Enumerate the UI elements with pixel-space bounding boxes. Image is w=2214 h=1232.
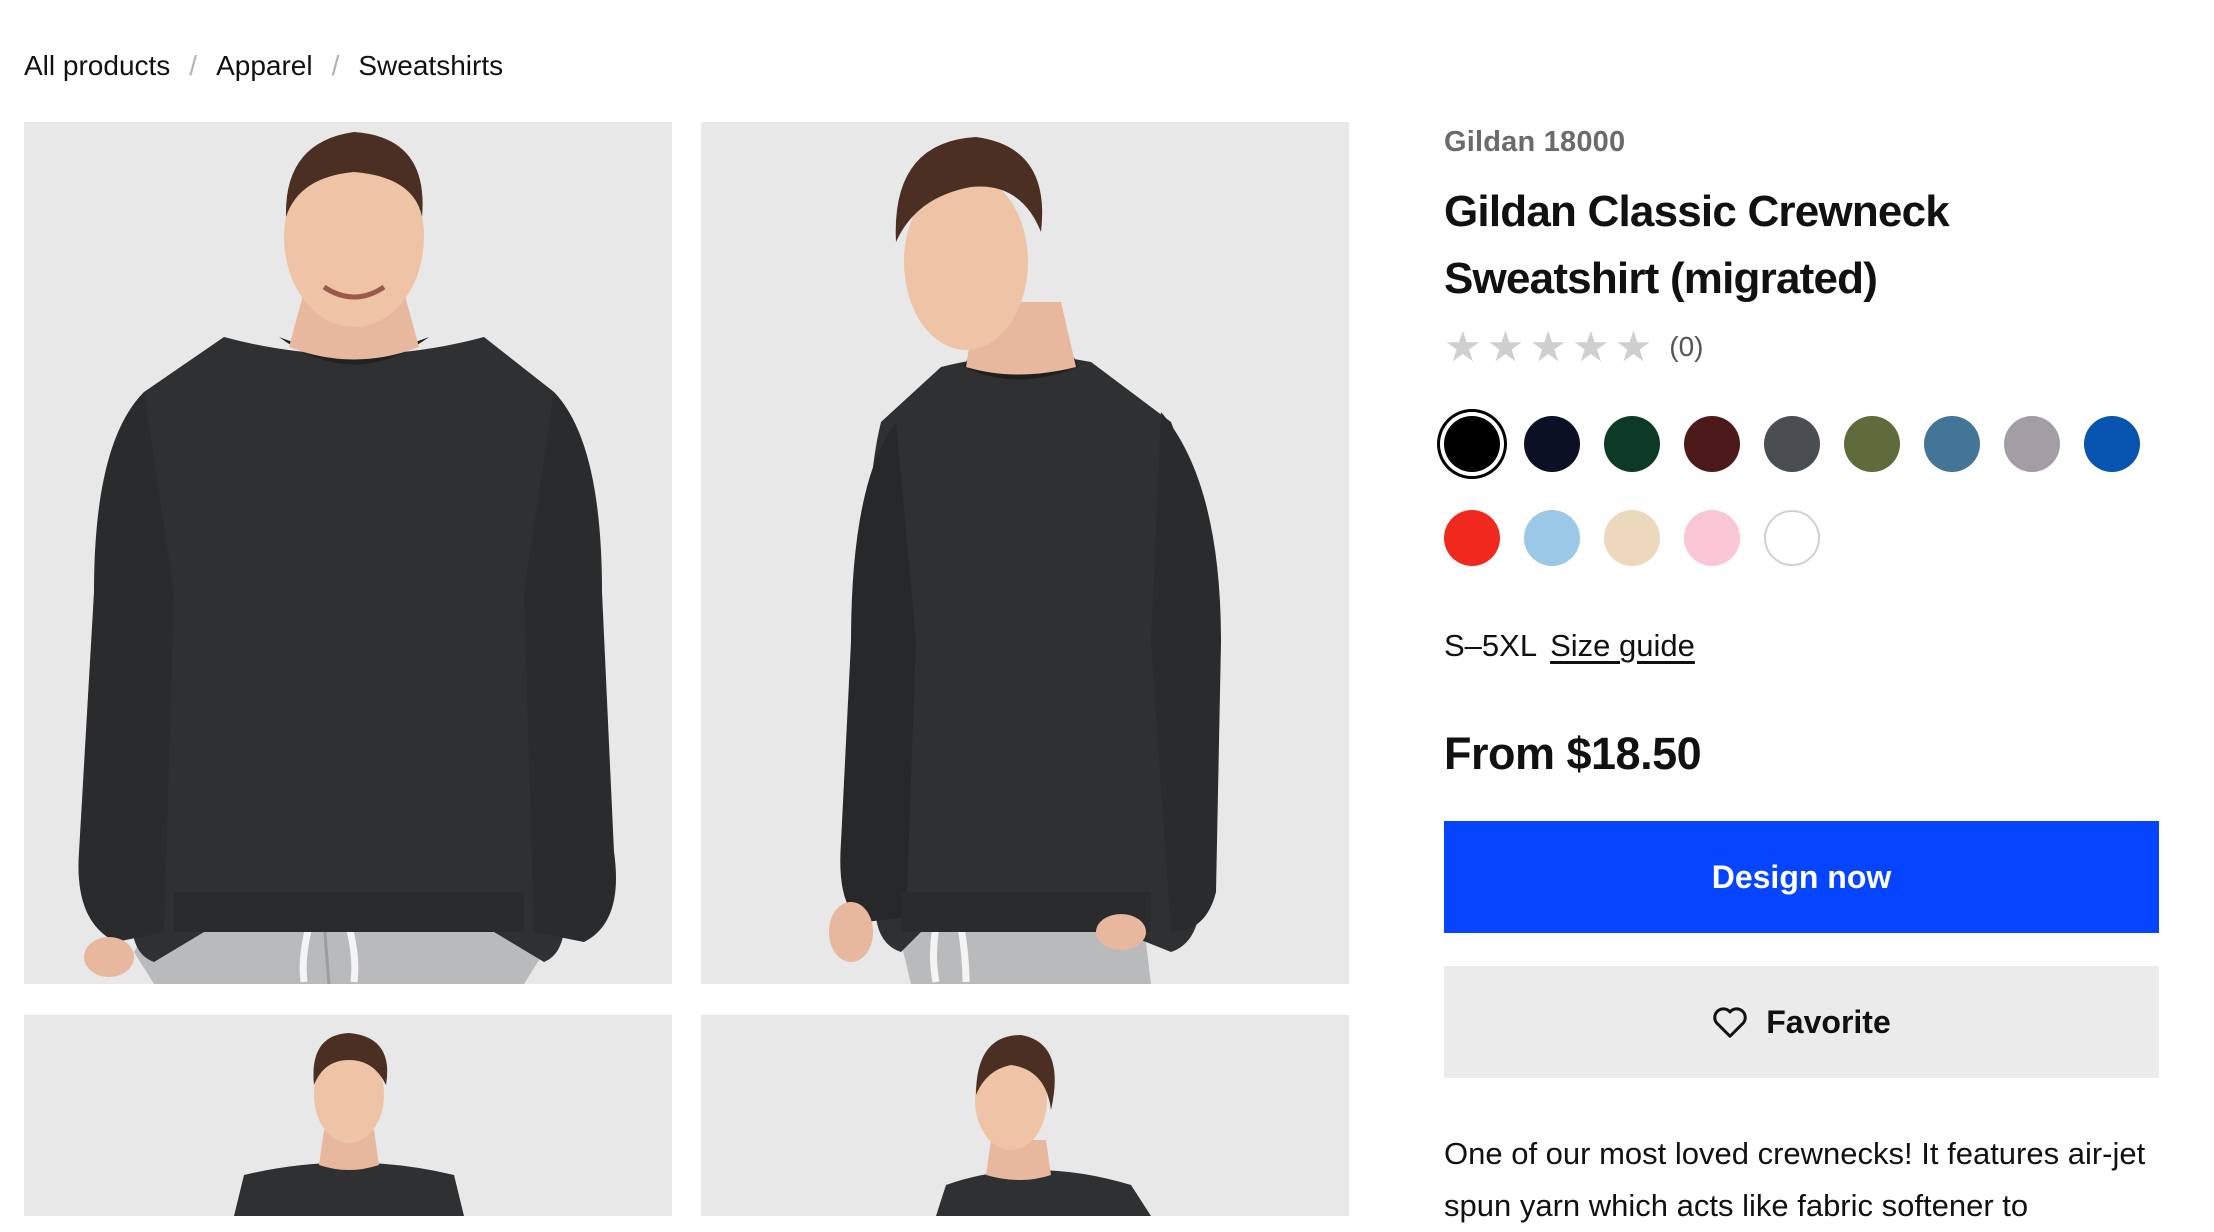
product-image-side[interactable]	[701, 122, 1349, 984]
color-swatch-item	[1844, 416, 1900, 472]
model-back-illustration	[701, 1015, 1349, 1216]
color-swatch-item	[2004, 416, 2060, 472]
size-guide-link[interactable]: Size guide	[1550, 628, 1695, 664]
model-front-small-illustration	[24, 1015, 672, 1216]
color-swatch-item	[1604, 416, 1660, 472]
color-swatch[interactable]	[1604, 416, 1660, 472]
color-swatch[interactable]	[1604, 510, 1660, 566]
favorite-button[interactable]: Favorite	[1444, 966, 2159, 1078]
breadcrumb-all-products[interactable]: All products	[24, 50, 170, 82]
star-empty-icon: ★	[1444, 322, 1482, 371]
star-empty-icon: ★	[1614, 322, 1653, 371]
product-sku: Gildan 18000	[1444, 126, 1626, 158]
size-range-row: S–5XL Size guide	[1444, 628, 1695, 664]
breadcrumb-separator: /	[189, 50, 198, 81]
color-swatch[interactable]	[1764, 416, 1820, 472]
color-swatch[interactable]	[1684, 416, 1740, 472]
star-empty-icon: ★	[1529, 322, 1567, 371]
color-swatch-item	[1684, 416, 1740, 472]
color-swatch[interactable]	[1444, 510, 1500, 566]
color-swatch-item	[1684, 510, 1740, 566]
color-swatch-item	[1444, 510, 1500, 566]
color-swatch-item	[1924, 416, 1980, 472]
product-price: From $18.50	[1444, 728, 1702, 779]
color-swatch-item	[2084, 416, 2140, 472]
breadcrumb-sweatshirts[interactable]: Sweatshirts	[358, 50, 503, 82]
star-empty-icon: ★	[1571, 322, 1610, 371]
color-swatch-item	[1444, 416, 1500, 472]
product-image-back[interactable]	[701, 1015, 1349, 1216]
color-swatch[interactable]	[1844, 416, 1900, 472]
model-front-illustration	[24, 122, 672, 984]
product-image-front[interactable]	[24, 122, 672, 984]
color-swatch[interactable]	[1524, 510, 1580, 566]
color-swatch-selected[interactable]	[1444, 416, 1500, 472]
color-swatch[interactable]	[1764, 510, 1820, 566]
product-rating[interactable]: ★ ★ ★ ★ ★ (0)	[1444, 322, 1704, 372]
color-swatch-item	[1764, 416, 1820, 472]
color-swatch[interactable]	[2084, 416, 2140, 472]
star-empty-icon: ★	[1486, 322, 1525, 371]
heart-icon	[1713, 1007, 1747, 1038]
design-now-button[interactable]: Design now	[1444, 821, 2159, 933]
model-side-illustration	[701, 122, 1349, 984]
product-image-front-full[interactable]	[24, 1015, 672, 1216]
color-swatch[interactable]	[2004, 416, 2060, 472]
color-swatch[interactable]	[1924, 416, 1980, 472]
breadcrumb-apparel[interactable]: Apparel	[216, 50, 313, 82]
color-swatch-item	[1524, 416, 1580, 472]
color-swatch-item	[1604, 510, 1660, 566]
breadcrumb: All products / Apparel / Sweatshirts	[24, 50, 503, 82]
favorite-label: Favorite	[1766, 1003, 1891, 1040]
rating-count: (0)	[1669, 331, 1704, 362]
color-swatch-item	[1524, 510, 1580, 566]
breadcrumb-separator: /	[331, 50, 340, 81]
color-swatch-list	[1444, 416, 2160, 566]
product-title: Gildan Classic Crewneck Sweatshirt (migr…	[1444, 187, 1950, 303]
product-description: One of our most loved crewnecks! It feat…	[1444, 1136, 2146, 1223]
color-swatch[interactable]	[1524, 416, 1580, 472]
color-swatch-item	[1764, 510, 1820, 566]
size-range: S–5XL	[1444, 628, 1538, 663]
color-swatch[interactable]	[1684, 510, 1740, 566]
